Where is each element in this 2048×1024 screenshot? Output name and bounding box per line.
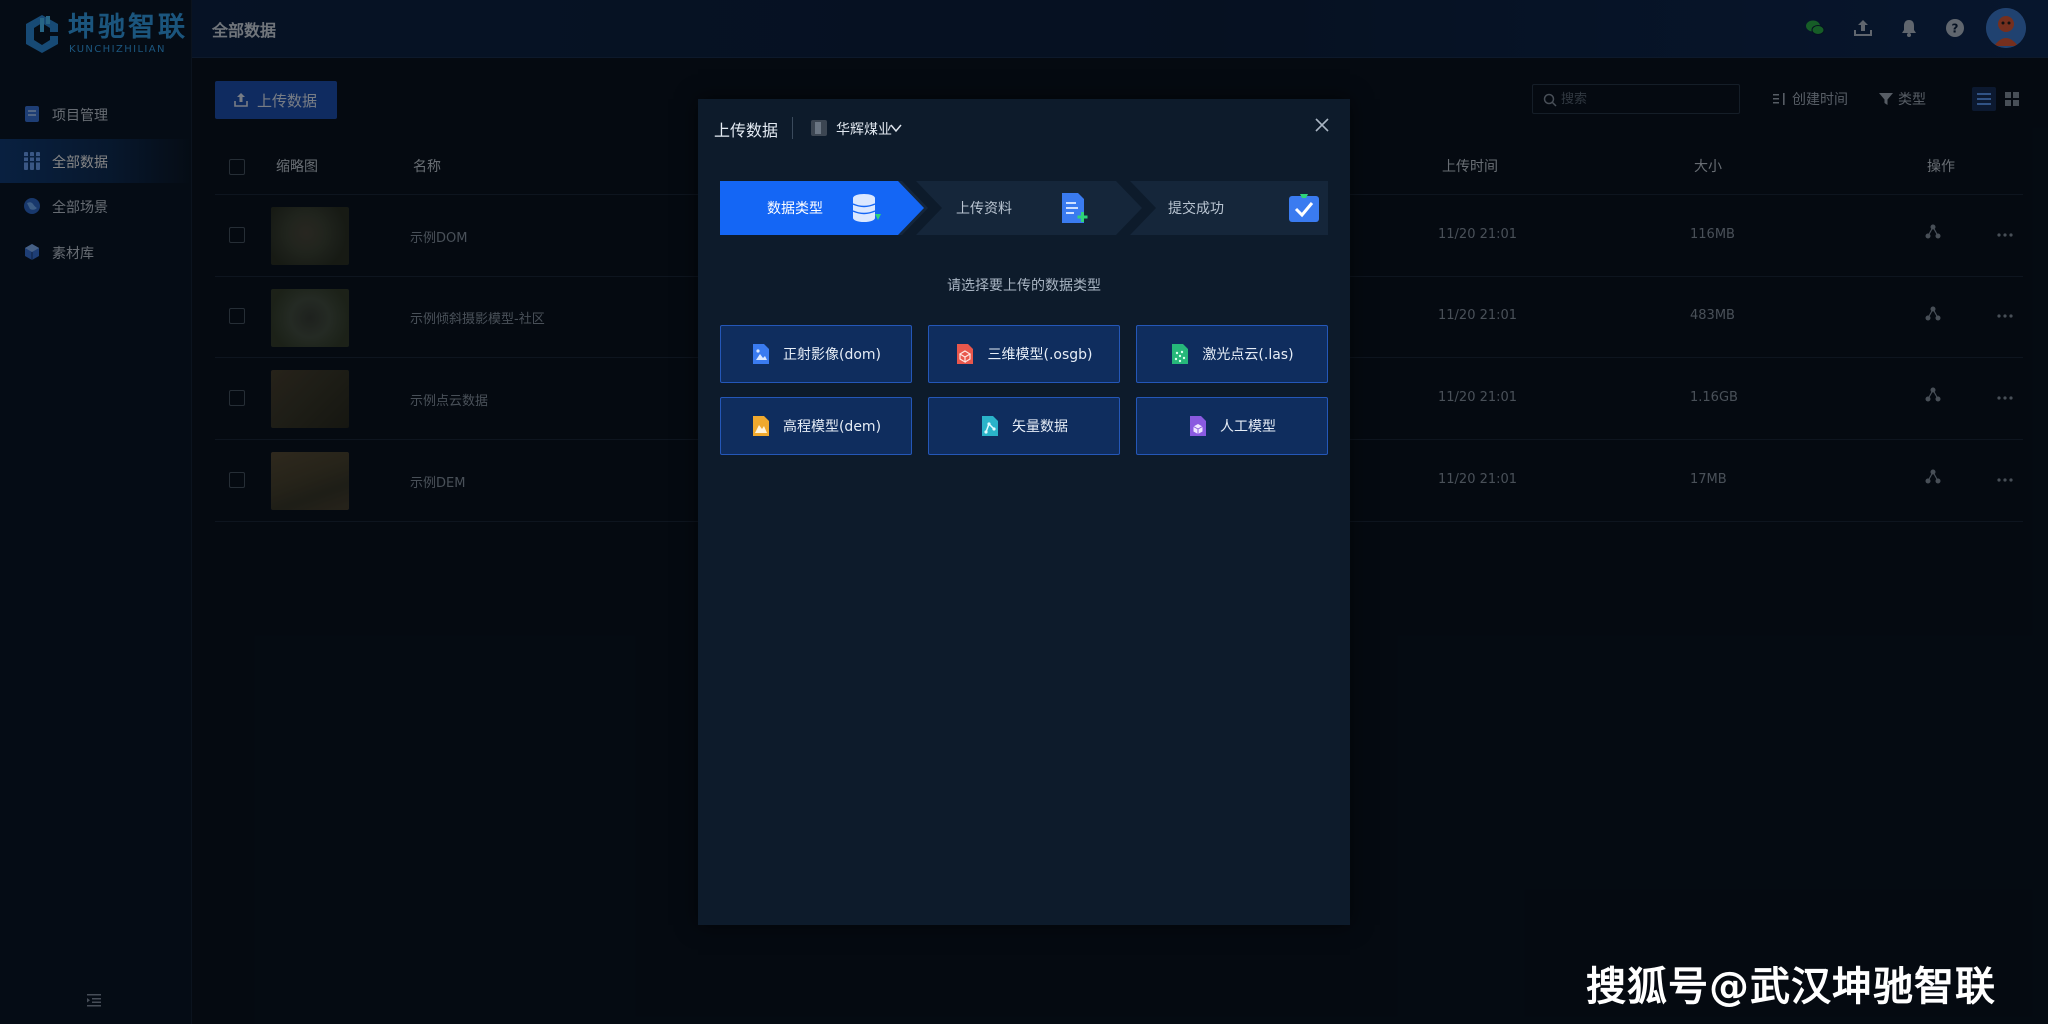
step-data-type: 数据类型 [720, 181, 920, 235]
type-prompt: 请选择要上传的数据类型 [947, 278, 1101, 294]
type-las-button[interactable]: 激光点云(.las) [1136, 325, 1328, 383]
step-label: 上传资料 [956, 201, 1012, 217]
document-add-icon [1062, 193, 1088, 223]
manual-model-file-icon [1190, 416, 1206, 436]
image-file-icon [752, 344, 769, 364]
vector-file-icon [982, 416, 998, 436]
elevation-file-icon [752, 416, 769, 436]
type-label: 正射影像(dom) [782, 347, 881, 363]
type-label: 激光点云(.las) [1202, 347, 1294, 363]
type-vector-button[interactable]: 矢量数据 [928, 397, 1120, 455]
chevron-down-icon[interactable] [890, 122, 902, 134]
project-selector[interactable]: 华辉煤业 [836, 119, 892, 139]
model-file-icon [957, 344, 974, 364]
step-upload-files: 上传资料 [934, 181, 1134, 235]
step-submit-success: 提交成功 [1146, 181, 1328, 235]
upload-data-dialog: 上传数据 华辉煤业 数据类型 上传资料 提交成功 请选择要上传的数据类型 正射影… [698, 99, 1350, 925]
close-icon[interactable] [1314, 117, 1330, 133]
step-indicator: 数据类型 上传资料 提交成功 [720, 181, 1328, 235]
dialog-title: 上传数据 [714, 121, 779, 140]
project-icon [811, 120, 827, 136]
type-label: 人工模型 [1220, 419, 1276, 435]
type-osgb-button[interactable]: 三维模型(.osgb) [928, 325, 1120, 383]
step-label: 提交成功 [1168, 201, 1224, 217]
divider [792, 117, 793, 139]
database-icon [852, 194, 881, 222]
type-manual-model-button[interactable]: 人工模型 [1136, 397, 1328, 455]
type-dom-button[interactable]: 正射影像(dom) [720, 325, 912, 383]
step-label: 数据类型 [767, 201, 823, 217]
point-cloud-file-icon [1172, 344, 1189, 364]
type-label: 三维模型(.osgb) [987, 347, 1093, 363]
type-label: 矢量数据 [1012, 419, 1068, 435]
success-check-icon [1289, 194, 1319, 222]
type-label: 高程模型(dem) [782, 419, 882, 435]
type-dem-button[interactable]: 高程模型(dem) [720, 397, 912, 455]
watermark-text: 搜狐号@武汉坤驰智联 [1586, 964, 1996, 1010]
